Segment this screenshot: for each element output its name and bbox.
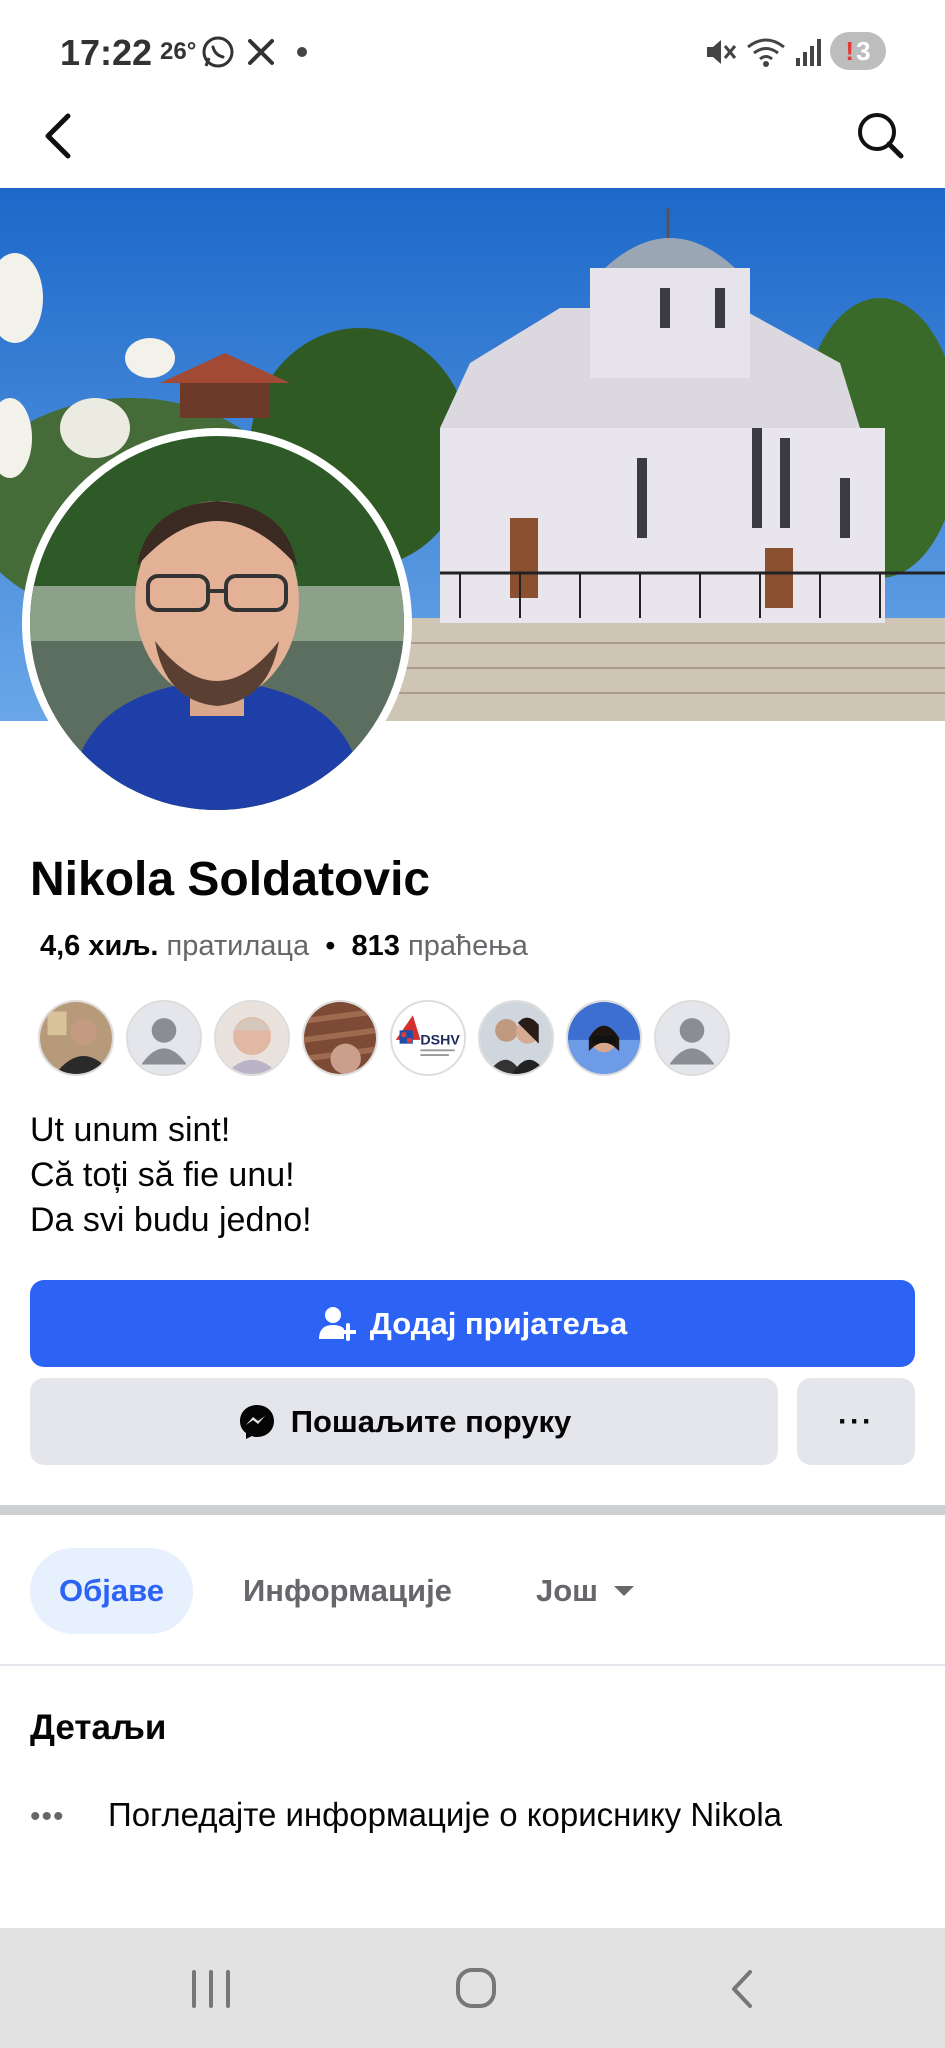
status-temperature: 26° [160, 38, 197, 65]
friend-avatar[interactable] [126, 1000, 202, 1076]
friend-avatar[interactable] [214, 1000, 290, 1076]
signal-icon [796, 39, 821, 66]
dot-icon [297, 47, 307, 57]
back-icon[interactable] [38, 110, 82, 162]
add-friend-label: Додај пријатеља [369, 1305, 628, 1341]
stats-separator: • [325, 930, 336, 962]
bio-line: Ut unum sint! [30, 1111, 231, 1149]
tab-info[interactable]: Информације [243, 1548, 452, 1634]
mute-icon [707, 40, 737, 64]
profile-name: Nikola Soldatovic [30, 853, 431, 906]
view-info-link[interactable]: Погледајте информације о кориснику Nikol… [108, 1796, 782, 1834]
followers-count: 4,6 хиљ. [40, 930, 159, 962]
send-message-button[interactable]: Пошаљите поруку [30, 1378, 778, 1465]
add-friend-icon [318, 1306, 356, 1341]
bio-line: Da svi budu jedno! [30, 1201, 312, 1239]
more-options-icon: ··· [838, 1404, 874, 1438]
friend-avatar[interactable] [302, 1000, 378, 1076]
friend-avatar[interactable] [654, 1000, 730, 1076]
friend-avatar[interactable] [566, 1000, 642, 1076]
follow-stats[interactable]: 4,6 хиљ. пратилаца • 813 праћења [40, 930, 528, 963]
add-friend-button[interactable]: Додај пријатеља [30, 1280, 915, 1367]
more-dots-icon: ••• [30, 1800, 65, 1833]
send-message-label: Пошаљите поруку [290, 1403, 572, 1439]
wifi-icon [747, 38, 785, 67]
status-time: 17:22 [60, 32, 153, 73]
details-heading: Детаљи [30, 1708, 167, 1747]
following-label: праћења [408, 930, 528, 962]
bio-line: Că toți să fie unu! [30, 1156, 295, 1194]
profile-picture[interactable] [22, 428, 412, 818]
followers-label: пратилаца [166, 930, 310, 962]
section-divider [0, 1505, 945, 1515]
friend-avatar[interactable] [38, 1000, 114, 1076]
recent-apps-icon[interactable] [188, 1968, 234, 2010]
tab-posts[interactable]: Објаве [30, 1548, 193, 1634]
whatsapp-icon [202, 36, 234, 68]
status-bar: 17:22 26° ! 3 [0, 0, 945, 100]
x-icon [248, 39, 274, 65]
messenger-icon [239, 1404, 274, 1439]
system-navigation-bar [0, 1928, 945, 2048]
bio: Ut unum sint! Că toți să fie unu! Da svi… [30, 1108, 312, 1243]
tab-info-label: Информације [243, 1573, 452, 1608]
friend-avatar-dshv[interactable]: DSHV [390, 1000, 466, 1076]
friend-badge-text: DSHV [420, 1033, 460, 1049]
tab-more[interactable]: Још [536, 1548, 636, 1634]
tab-posts-label: Објаве [58, 1573, 164, 1608]
tabs-divider [0, 1664, 945, 1666]
caret-down-icon [614, 1586, 635, 1596]
system-back-icon[interactable] [726, 1966, 760, 2012]
search-icon[interactable] [855, 110, 905, 160]
home-icon[interactable] [454, 1966, 498, 2010]
friend-avatar[interactable] [478, 1000, 554, 1076]
tab-more-label: Још [536, 1573, 599, 1608]
more-options-button[interactable]: ··· [797, 1378, 915, 1465]
following-count: 813 [351, 930, 400, 962]
battery-indicator: ! 3 [830, 32, 886, 70]
